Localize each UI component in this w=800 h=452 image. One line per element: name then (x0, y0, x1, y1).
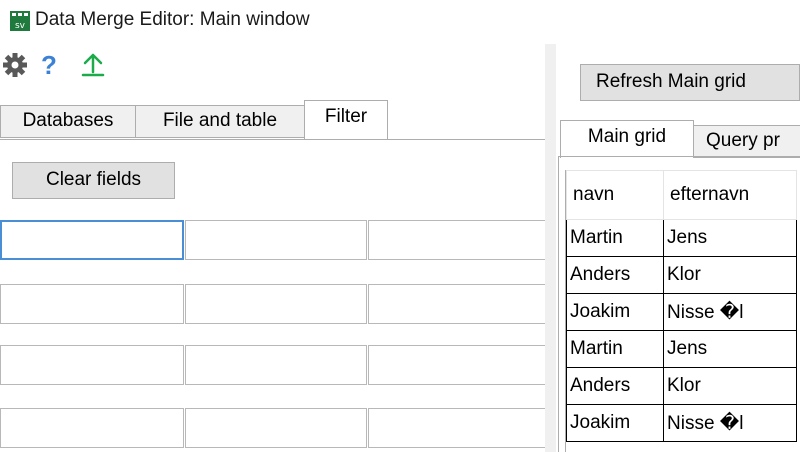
filter-field-1-1[interactable] (0, 220, 184, 260)
filter-field-2-2[interactable] (185, 284, 367, 324)
filter-field-2-1[interactable] (0, 284, 184, 324)
filter-field-3-2[interactable] (185, 345, 367, 385)
table-row[interactable]: Joakim Nisse �l (566, 404, 797, 442)
filter-field-3-3[interactable] (368, 345, 552, 385)
table-cell[interactable]: Joakim (566, 404, 664, 442)
table-cell[interactable]: Klor (663, 256, 797, 294)
table-row[interactable]: Anders Klor (566, 256, 797, 294)
table-cell[interactable]: Anders (566, 256, 664, 294)
table-header-row: navn efternavn (566, 170, 797, 220)
filter-field-2-3[interactable] (368, 284, 552, 324)
table-cell[interactable]: Nisse �l (663, 293, 797, 331)
table-row[interactable]: Joakim Nisse �l (566, 293, 797, 331)
column-header-navn[interactable]: navn (566, 170, 664, 220)
tab-query-preview[interactable]: Query pr (693, 125, 800, 158)
filter-field-4-3[interactable] (368, 408, 552, 448)
table-cell[interactable]: Martin (566, 330, 664, 368)
sv-grid-icon: sv (10, 11, 30, 31)
tab-file-and-table[interactable]: File and table (135, 105, 305, 138)
column-header-efternavn[interactable]: efternavn (663, 170, 797, 220)
help-icon[interactable]: ? (36, 52, 62, 78)
main-grid[interactable]: navn efternavn Martin Jens Anders Klor J… (565, 170, 800, 452)
filter-field-4-2[interactable] (185, 408, 367, 448)
tab-main-grid[interactable]: Main grid (560, 120, 694, 158)
table-cell[interactable]: Nisse �l (663, 404, 797, 442)
filter-field-3-1[interactable] (0, 345, 184, 385)
filter-field-1-3[interactable] (368, 220, 552, 260)
clear-fields-button[interactable]: Clear fields (12, 162, 175, 199)
title-bar: sv Data Merge Editor: Main window (0, 0, 800, 44)
table-row[interactable]: Martin Jens (566, 219, 797, 257)
table-cell[interactable]: Martin (566, 219, 664, 257)
upload-icon[interactable] (80, 52, 106, 78)
table-row[interactable]: Anders Klor (566, 367, 797, 405)
filter-field-1-2[interactable] (185, 220, 367, 260)
table-cell[interactable]: Anders (566, 367, 664, 405)
data-table: navn efternavn Martin Jens Anders Klor J… (566, 170, 797, 442)
table-cell[interactable]: Joakim (566, 293, 664, 331)
filter-field-4-1[interactable] (0, 408, 184, 448)
filter-panel: Clear fields (0, 139, 556, 452)
left-panel: Databases File and table Filter Clear fi… (0, 100, 556, 452)
table-cell[interactable]: Jens (663, 219, 797, 257)
table-row[interactable]: Martin Jens (566, 330, 797, 368)
gear-icon[interactable] (2, 52, 28, 78)
refresh-main-grid-button[interactable]: Refresh Main grid (580, 64, 800, 101)
panel-splitter[interactable] (545, 44, 556, 452)
tab-filter[interactable]: Filter (304, 100, 388, 140)
tab-databases[interactable]: Databases (0, 105, 136, 138)
table-cell[interactable]: Klor (663, 367, 797, 405)
window-title: Data Merge Editor: Main window (35, 9, 310, 30)
table-cell[interactable]: Jens (663, 330, 797, 368)
svg-text:sv: sv (15, 21, 26, 31)
